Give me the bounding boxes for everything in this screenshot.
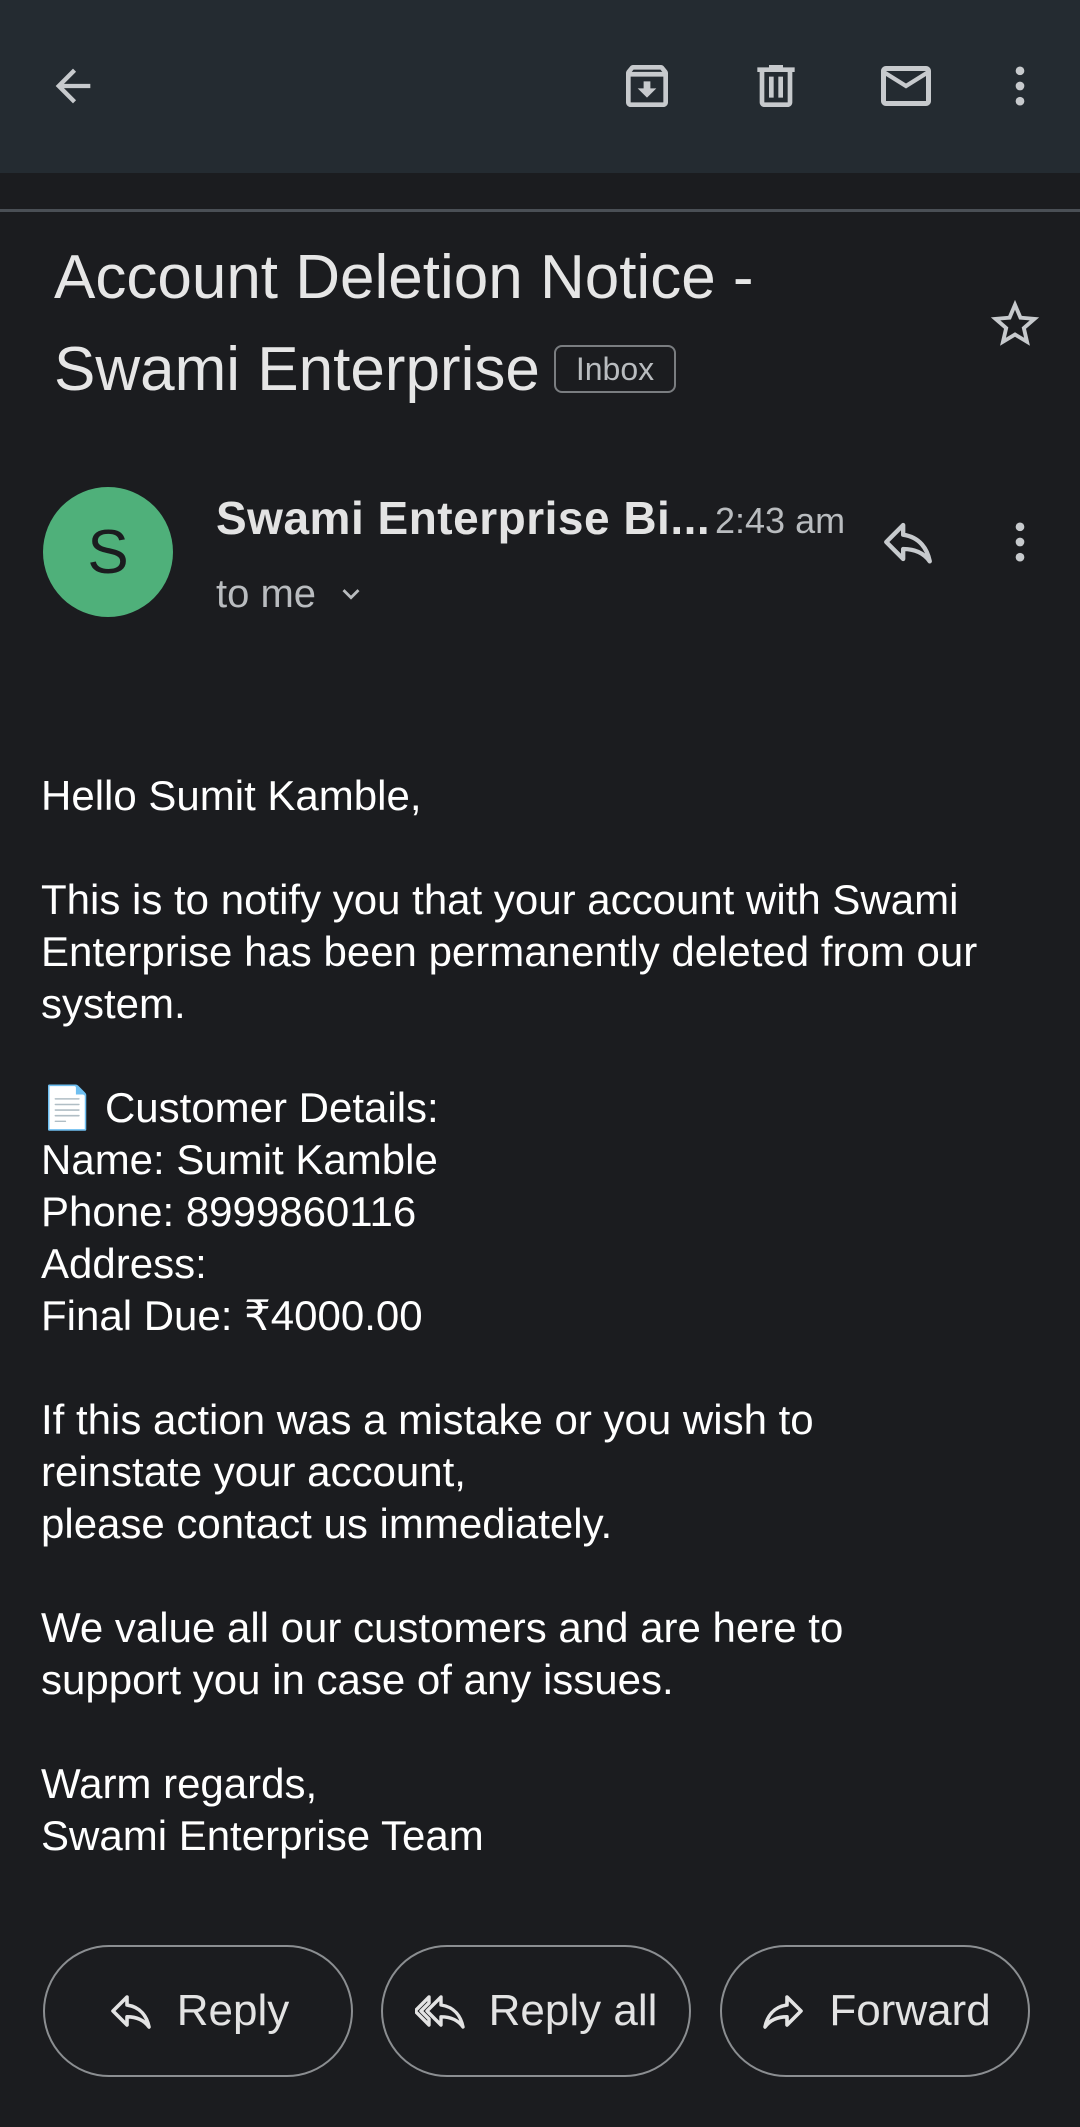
greeting: Hello Sumit Kamble, [41, 772, 422, 819]
customer-name: Name: Sumit Kamble [41, 1136, 438, 1183]
chevron-down-icon [334, 577, 368, 611]
reply-label: Reply [176, 1986, 290, 2035]
customer-address: Address: [41, 1240, 207, 1287]
recipient-toggle[interactable]: to me [216, 566, 368, 622]
archive-icon[interactable] [607, 46, 687, 126]
reply-all-button[interactable]: Reply all [381, 1945, 691, 2077]
mistake-line: reinstate your account, [41, 1448, 466, 1495]
star-icon[interactable] [975, 284, 1055, 364]
forward-label: Forward [829, 1986, 991, 2035]
customer-phone: Phone: 8999860116 [41, 1188, 417, 1235]
notice-line: system. [41, 980, 186, 1027]
value-line: support you in case of any issues. [41, 1656, 674, 1703]
reply-icon [107, 1987, 155, 2035]
reply-icon[interactable] [868, 502, 948, 582]
reply-all-label: Reply all [488, 1986, 658, 2035]
sender-avatar[interactable]: S [43, 487, 173, 617]
reply-button[interactable]: Reply [43, 1945, 353, 2077]
notice-line: Enterprise has been permanently deleted … [41, 928, 978, 975]
regards-line: Warm regards, [41, 1760, 318, 1807]
message-more-icon[interactable] [980, 502, 1060, 582]
sender-name[interactable]: Swami Enterprise Bi... [216, 488, 710, 548]
reply-all-icon [414, 1987, 467, 2035]
email-body: Hello Sumit Kamble, This is to notify yo… [41, 770, 1051, 1914]
final-due: Final Due: ₹4000.00 [41, 1292, 423, 1339]
inbox-label-chip[interactable]: Inbox [553, 345, 677, 393]
mail-icon[interactable] [866, 46, 946, 126]
more-vert-icon[interactable] [980, 46, 1060, 126]
forward-icon [759, 1987, 807, 2035]
top-toolbar [0, 0, 1080, 173]
signature-line: Swami Enterprise Team [41, 1812, 484, 1859]
mistake-line: If this action was a mistake or you wish… [41, 1396, 814, 1443]
trash-icon[interactable] [736, 46, 816, 126]
email-time: 2:43 am [715, 500, 846, 541]
email-subject: Account Deletion Notice - Swami Enterpri… [54, 232, 954, 416]
action-buttons: Reply Reply all Forward [43, 1945, 1043, 2081]
forward-button[interactable]: Forward [720, 1945, 1030, 2077]
header-divider [0, 209, 1080, 212]
details-heading: 📄 Customer Details: [41, 1084, 439, 1131]
recipient-text: to me [216, 572, 317, 616]
value-line: We value all our customers and are here … [41, 1604, 844, 1651]
notice-line: This is to notify you that your account … [41, 876, 959, 923]
arrow-back-icon[interactable] [33, 46, 113, 126]
mistake-line: please contact us immediately. [41, 1500, 613, 1547]
